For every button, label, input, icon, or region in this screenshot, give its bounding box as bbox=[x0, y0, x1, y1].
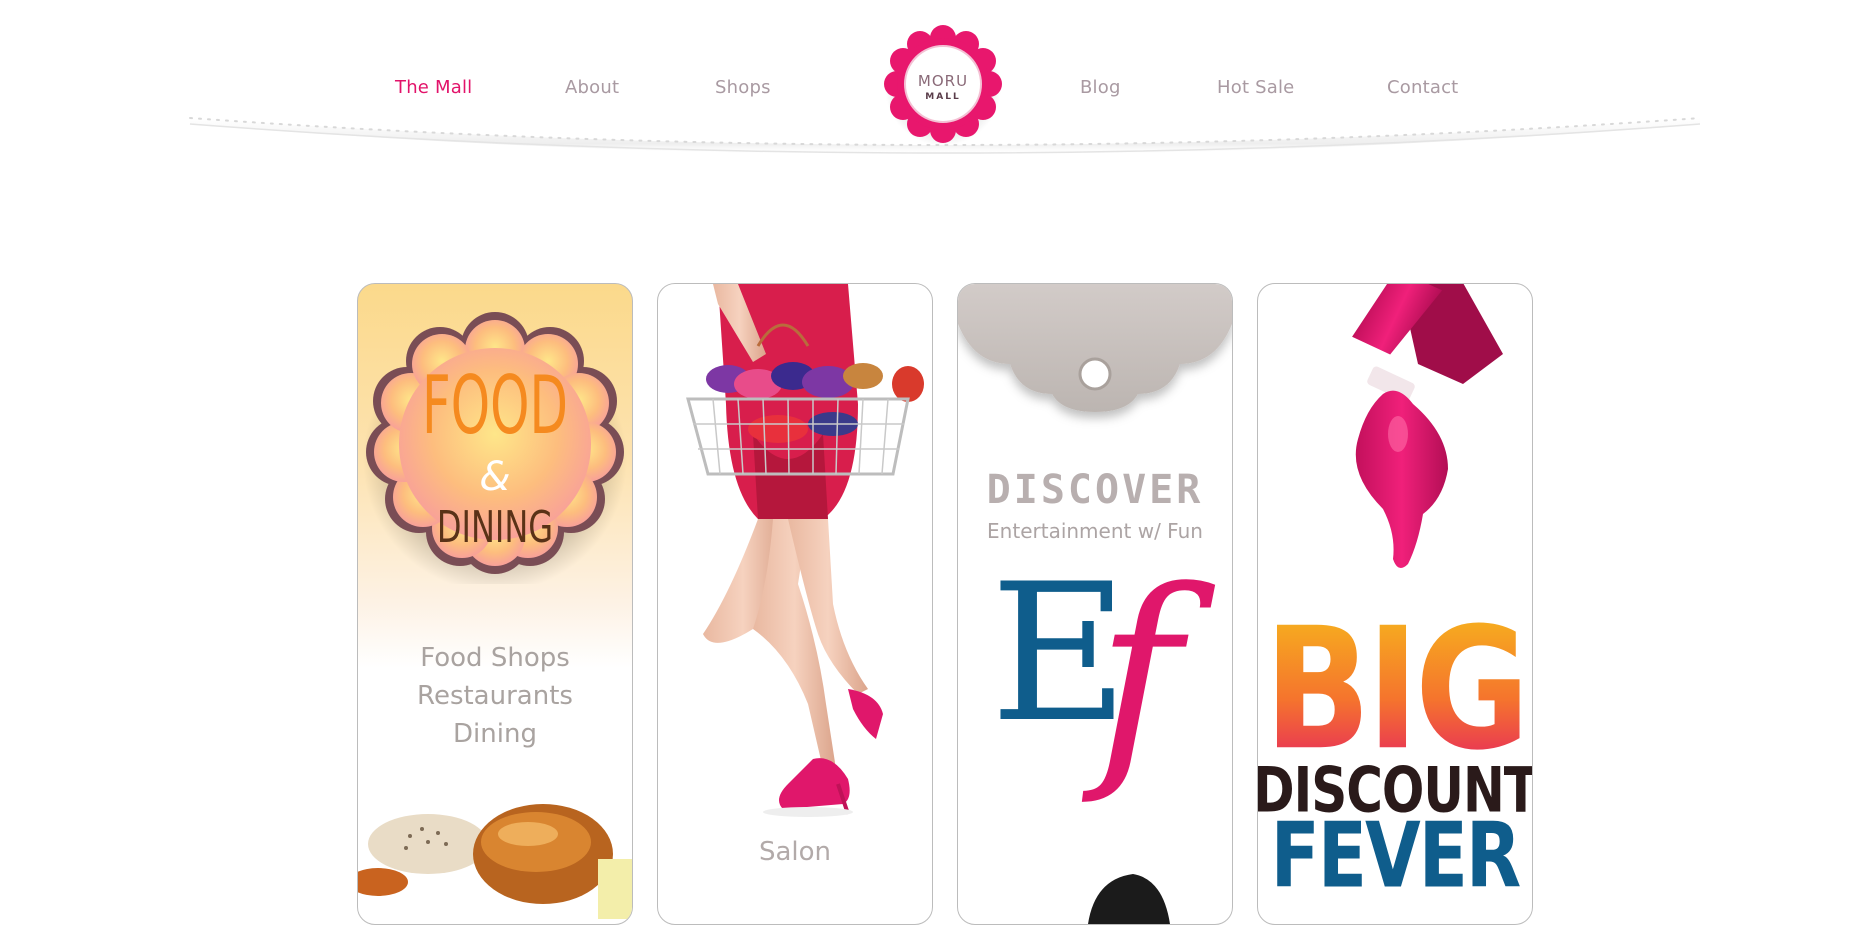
fashion-label-salon: Salon bbox=[758, 837, 832, 867]
nav-the-mall[interactable]: The Mall bbox=[395, 77, 472, 98]
nav-about[interactable]: About bbox=[565, 77, 619, 98]
nav-contact[interactable]: Contact bbox=[1387, 77, 1458, 98]
card-big-discount-fever[interactable]: BIG DISCOUNT FEVER bbox=[1257, 283, 1533, 925]
card-food-dining[interactable]: FOOD & DINING Food Shops Restaurants Din… bbox=[357, 283, 633, 925]
sale-word-fever: FEVER bbox=[1271, 804, 1521, 909]
big-discount-fever-text: BIG DISCOUNT FEVER bbox=[1258, 592, 1532, 909]
nav-shops[interactable]: Shops bbox=[715, 77, 771, 98]
site-header: The Mall About Shops MORU MALL Blog Hot … bbox=[0, 0, 1866, 180]
ef-monogram: E f bbox=[990, 542, 1216, 924]
nav-blog[interactable]: Blog bbox=[1080, 77, 1121, 98]
logo-text-mall: MALL bbox=[925, 92, 960, 102]
woman-with-shoe-basket-photo bbox=[686, 284, 924, 817]
logo-text-moru: MORU bbox=[918, 72, 968, 90]
card-fashion-salon[interactable]: Salon bbox=[657, 283, 933, 925]
logo-flower-badge-icon[interactable]: MORU MALL bbox=[883, 24, 1003, 144]
monogram-letter-f: f bbox=[1081, 542, 1216, 809]
nav-hot-sale[interactable]: Hot Sale bbox=[1217, 77, 1294, 98]
bread-photo bbox=[358, 804, 632, 919]
person-head-photo bbox=[1088, 874, 1170, 924]
card-entertainment[interactable]: DISCOVER Entertainment w/ Fun E f bbox=[957, 283, 1233, 925]
